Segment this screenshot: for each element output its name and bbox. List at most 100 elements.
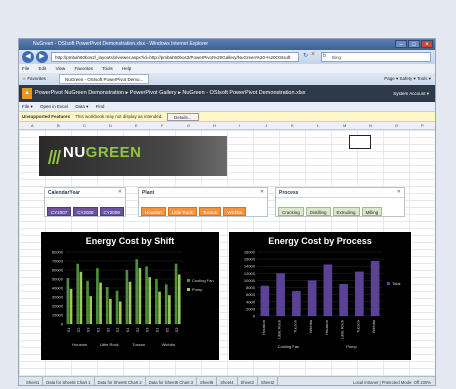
favorites-bar: ★ Favorites NuGreen - OSIsoft PowerPivot… bbox=[19, 73, 435, 85]
column-header[interactable]: F bbox=[161, 122, 163, 130]
column-headers: ABCDEFGHIJKLMNOPQ bbox=[19, 122, 435, 130]
slicer-item[interactable]: Wichita bbox=[223, 207, 247, 216]
x-tick-label: S3 bbox=[115, 327, 120, 333]
slicer-item[interactable]: Tucson bbox=[198, 207, 222, 216]
close-icon[interactable]: × bbox=[421, 40, 433, 48]
x-tick-label: Little Rock bbox=[277, 320, 282, 339]
bar-total bbox=[339, 284, 348, 316]
slicer-item[interactable]: CY2008 bbox=[73, 207, 98, 216]
browser-tab[interactable]: NuGreen - OSIsoft PowerPivot Demo... bbox=[59, 74, 150, 84]
column-header[interactable]: L bbox=[317, 122, 319, 130]
column-header[interactable]: E bbox=[135, 122, 138, 130]
chart-energy-by-process[interactable]: Energy Cost by Process 18000 16000 14000 120… bbox=[229, 232, 411, 360]
bar-cooling-fan bbox=[164, 284, 168, 324]
bar-total bbox=[323, 264, 333, 316]
user-menu[interactable]: System Account ▾ bbox=[393, 85, 429, 102]
y-tick-label: 12000 bbox=[244, 271, 256, 276]
column-header[interactable]: M bbox=[343, 122, 346, 130]
x-tick-label: S1 bbox=[66, 327, 71, 333]
slicer-item[interactable]: CY2009 bbox=[99, 207, 124, 216]
maximize-icon[interactable]: □ bbox=[408, 40, 420, 48]
column-header[interactable]: A bbox=[31, 122, 34, 130]
file-menu-button[interactable]: File ▾ bbox=[22, 104, 33, 109]
y-tick-label: 70000 bbox=[52, 259, 64, 264]
column-header[interactable]: J bbox=[265, 122, 267, 130]
sheet-tab[interactable]: Sheet3 bbox=[238, 377, 258, 385]
spreadsheet-grid[interactable]: NUGREEN CalendarYear ✕ CY2007 CY2008 CY200… bbox=[19, 130, 435, 376]
open-in-excel-button[interactable]: Open in Excel bbox=[40, 104, 68, 109]
sheet-tab[interactable]: Sheet5 bbox=[197, 377, 218, 385]
sheet-tab[interactable]: Data for Sheet6 Chart 2 bbox=[95, 377, 146, 385]
sheet-tab[interactable]: Sheet1 bbox=[23, 377, 44, 385]
x-tick-label: S1 bbox=[154, 327, 159, 333]
sheet-tab[interactable]: Data for Sheet6 Chart 3 bbox=[146, 377, 197, 385]
column-header[interactable]: C bbox=[83, 122, 86, 130]
slicer-item[interactable]: Little Rock bbox=[167, 207, 197, 216]
column-header[interactable]: K bbox=[291, 122, 294, 130]
bar-cooling-fan bbox=[96, 268, 99, 324]
url-input[interactable]: http://pmbah60bos2/_layouts/xlviewer.asp… bbox=[51, 52, 299, 62]
slicer-item[interactable]: Extruding bbox=[332, 207, 360, 216]
find-button[interactable]: Find bbox=[96, 104, 105, 109]
warning-title: Unsupported Features bbox=[22, 114, 71, 119]
command-bar[interactable]: Page ▾ Safety ▾ Tools ▾ bbox=[384, 73, 431, 85]
search-input[interactable]: Bing bbox=[321, 52, 431, 62]
data-menu-button[interactable]: Data ▾ bbox=[75, 104, 88, 109]
slicer-item[interactable]: Houston bbox=[141, 207, 166, 216]
slicer-title: Process bbox=[276, 188, 404, 198]
column-header[interactable]: N bbox=[369, 122, 372, 130]
browser-window: NuGreen - OSIsoft PowerPivot Demonstrati… bbox=[18, 38, 436, 386]
menu-help[interactable]: Help bbox=[122, 66, 131, 71]
y-tick-label: 0 bbox=[61, 322, 64, 327]
slicer-process: Process ✕ Cracking Distilling Extruding Mil… bbox=[275, 187, 405, 217]
bar-pump bbox=[168, 295, 171, 324]
chart-energy-by-shift[interactable]: Energy Cost by Shift 80000 70000 60000 50000… bbox=[41, 232, 219, 360]
sheet-tab[interactable]: Data for Sheet6 Chart 1 bbox=[43, 377, 95, 385]
sheet-tab[interactable]: Sheet4 bbox=[217, 377, 238, 385]
bar-pump bbox=[148, 277, 152, 324]
breadcrumb[interactable]: PowerPivot NuGreen Demonstration ▸ Power… bbox=[35, 90, 306, 96]
slicer-item[interactable]: Cracking bbox=[278, 207, 304, 216]
minimize-icon[interactable]: – bbox=[395, 40, 407, 48]
nugreen-wordmark: NUGREEN bbox=[63, 144, 142, 161]
details-button[interactable]: Details... bbox=[167, 113, 199, 121]
slicer-item[interactable]: CY2007 bbox=[47, 207, 72, 216]
column-header[interactable]: H bbox=[213, 122, 216, 130]
x-tick-label: Wichita bbox=[371, 319, 376, 333]
clear-filter-icon[interactable]: ✕ bbox=[397, 189, 401, 195]
slicer-item[interactable]: Distilling bbox=[305, 207, 331, 216]
bar-cooling-fan bbox=[125, 270, 129, 324]
stop-icon[interactable]: × bbox=[311, 51, 315, 58]
menu-tools[interactable]: Tools bbox=[102, 66, 113, 71]
bar-pump bbox=[89, 296, 93, 324]
x-tick-label: S2 bbox=[164, 327, 169, 333]
legend-label: Cooling Fan bbox=[192, 278, 214, 283]
column-header[interactable]: O bbox=[395, 122, 398, 130]
slicer-item[interactable]: Milling bbox=[361, 207, 383, 216]
slicer-items: Cracking Distilling Extruding Milling bbox=[276, 198, 404, 222]
sheet-tabs: Sheet1 Data for Sheet6 Chart 1 Data for Sh… bbox=[19, 376, 435, 385]
column-header[interactable]: I bbox=[239, 122, 240, 130]
column-header[interactable]: B bbox=[57, 122, 60, 130]
bar-cooling-fan bbox=[76, 263, 80, 324]
bar-pump bbox=[69, 288, 73, 324]
bar-cooling-fan bbox=[86, 280, 89, 324]
menu-view[interactable]: View bbox=[56, 66, 66, 71]
column-header[interactable]: D bbox=[109, 122, 112, 130]
menu-favorites[interactable]: Favorites bbox=[75, 66, 94, 71]
shift-chart-svg: Energy Cost by Shift 80000 70000 60000 50000… bbox=[52, 236, 214, 347]
favorites-button[interactable]: ★ Favorites bbox=[22, 73, 46, 85]
column-header[interactable]: G bbox=[187, 122, 190, 130]
menu-file[interactable]: File bbox=[22, 66, 29, 71]
column-header[interactable]: P bbox=[421, 122, 424, 130]
clear-filter-icon[interactable]: ✕ bbox=[118, 189, 122, 195]
forward-icon[interactable]: ▶ bbox=[36, 51, 48, 63]
legend-swatch bbox=[387, 282, 390, 285]
clear-filter-icon[interactable]: ✕ bbox=[260, 189, 264, 195]
refresh-icon[interactable]: ↻ bbox=[303, 52, 308, 59]
sheet-tab[interactable]: Sheet2 bbox=[258, 377, 279, 385]
back-icon[interactable]: ◀ bbox=[22, 51, 34, 63]
selected-cell[interactable] bbox=[349, 135, 371, 149]
bar-pump bbox=[158, 291, 161, 324]
menu-edit[interactable]: Edit bbox=[39, 66, 47, 71]
